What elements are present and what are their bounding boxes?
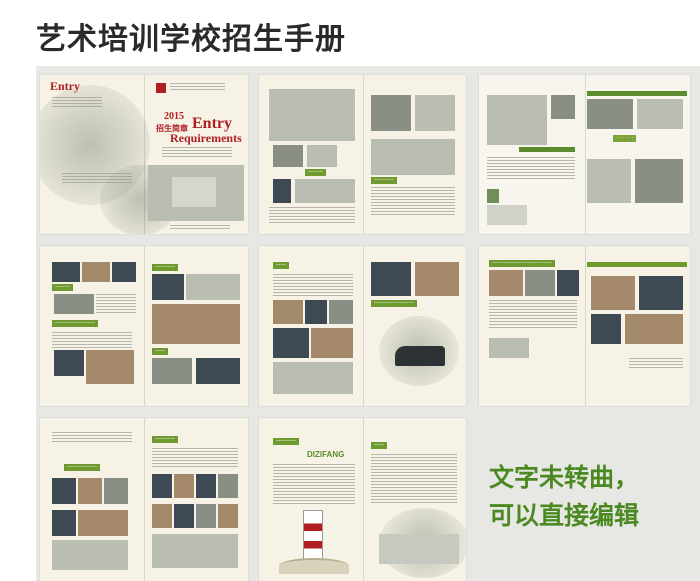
brochure-sheet: Entry 2015 招生简章 Entry Requirements ——— —… [36, 66, 700, 581]
brochure-page-5[interactable]: —— ———————— [259, 246, 466, 406]
cover-entry-small: Entry [50, 79, 80, 93]
lighthouse-illustration [303, 510, 323, 562]
cover-school-logo [156, 83, 166, 93]
note-line-2: 可以直接编辑 [489, 501, 640, 530]
piano-silhouette [395, 346, 445, 366]
editable-text-note: 文字未转曲， 可以直接编辑 [489, 459, 694, 535]
brochure-page-7[interactable]: —————— ———— [40, 418, 248, 581]
book-illustration [279, 558, 349, 574]
brochure-page-8[interactable]: ———— DIZIFANG —— [259, 418, 466, 581]
cover-gate-arch [172, 177, 216, 207]
cover-requirements: Requirements [170, 131, 242, 145]
brochure-page-3[interactable]: · · · · · · [479, 75, 690, 234]
page-title: 艺术培训学校招生手册 [36, 22, 346, 57]
brochure-page-6[interactable]: ———————————— [479, 246, 690, 406]
page8-dizifang: DIZIFANG [307, 450, 345, 459]
brochure-page-2[interactable]: ——— ———— [259, 75, 466, 234]
cover-year: 2015 [164, 111, 184, 122]
brochure-page-4[interactable]: ——— ———————— ———— —— [40, 246, 248, 406]
note-line-1: 文字未转曲， [489, 463, 640, 492]
brochure-page-cover[interactable]: Entry 2015 招生简章 Entry Requirements [40, 75, 248, 234]
